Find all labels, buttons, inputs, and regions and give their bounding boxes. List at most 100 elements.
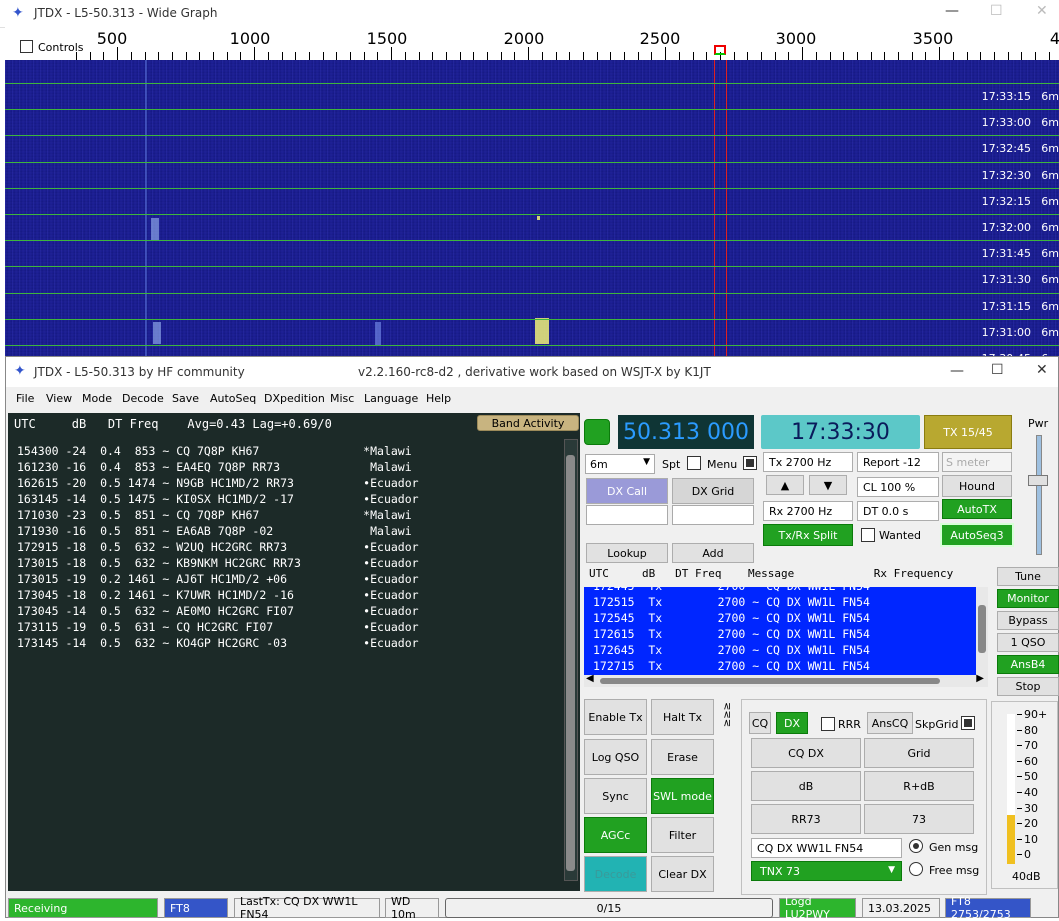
message-input[interactable]: CQ DX WW1L FN54 [751,838,902,858]
band-activity-row[interactable]: 154300 -24 0.4 853 ~ CQ 7Q8P KH67 *Malaw… [17,444,412,458]
scroll-right-icon[interactable]: ▶ [976,673,984,684]
r-db-button[interactable]: R+dB [864,771,974,801]
close-icon[interactable]: ✕ [1036,3,1048,19]
close-icon[interactable]: ✕ [1036,362,1048,378]
spt-checkbox[interactable] [687,456,701,470]
rx-scrollbar-thumb[interactable] [978,605,986,653]
menu-help[interactable]: Help [426,392,451,405]
maximize-icon[interactable]: ☐ [990,3,1003,19]
decode-button[interactable]: Decode [584,856,647,892]
free-message-select[interactable]: TNX 73 ▼ [751,861,902,881]
band-activity-button[interactable]: Band Activity [477,415,579,431]
tx-period-button[interactable]: TX 15/45 [924,415,1012,449]
minimize-icon[interactable]: — [945,3,959,19]
anscq-button[interactable]: AnsCQ [867,712,913,734]
rx-frequency-row[interactable]: 172645 Tx 2700 ~ CQ DX WW1L FN54 [593,643,870,657]
rx-frequency-row[interactable]: 172515 Tx 2700 ~ CQ DX WW1L FN54 [593,595,870,609]
rr73-button[interactable]: RR73 [751,804,861,834]
seventy-three-button[interactable]: 73 [864,804,974,834]
monitor-button[interactable]: Monitor [997,589,1059,608]
rx-frequency-field[interactable]: Rx 2700 Hz [763,501,853,521]
band-activity-row[interactable]: 161230 -16 0.4 853 ~ EA4EQ 7Q8P RR73 Mal… [17,460,412,474]
menu-save[interactable]: Save [172,392,199,405]
clear-dx-button[interactable]: Clear DX [651,856,714,892]
erase-button[interactable]: Erase [651,739,714,775]
rx-hscrollbar-thumb[interactable] [600,678,940,684]
skpgrid-checkbox[interactable] [961,716,975,730]
rx-frequency-pane[interactable]: 172445 Tx 2700 ~ CQ DX WW1L FN54 172515 T… [584,587,976,675]
filter-button[interactable]: Filter [651,817,714,853]
dx-call-input[interactable] [586,505,668,525]
frequency-display[interactable]: 50.313 000 [618,415,754,449]
log-qso-button[interactable]: Log QSO [584,739,647,775]
waterfall-display[interactable]: 17:33:15 6m 17:33:00 6m 17:32:45 6m 17:32:30 6m… [5,60,1059,365]
menu-mode[interactable]: Mode [82,392,112,405]
band-activity-row[interactable]: 162615 -20 0.5 1474 ~ N9GB HC1MD/2 RR73 … [17,476,419,490]
band-select[interactable]: 6m ▼ [585,454,655,474]
stop-button[interactable]: Stop [997,677,1059,696]
band-activity-row[interactable]: 172915 -18 0.5 632 ~ W2UQ HC2GRC RR73 •E… [17,540,419,554]
report-field[interactable]: Report -12 [857,452,939,472]
enable-tx-button[interactable]: Enable Tx [584,699,647,735]
band-activity-row[interactable]: 173015 -18 0.5 632 ~ KB9NKM HC2GRC RR73 … [17,556,419,570]
lookup-button[interactable]: Lookup [586,543,668,563]
db-button[interactable]: dB [751,771,861,801]
frequency-ruler[interactable]: Controls 500 1000 1500 2000 2500 3000 35… [5,27,1059,61]
halt-tx-button[interactable]: Halt Tx [651,699,714,735]
tx-frequency-field[interactable]: Tx 2700 Hz [763,452,853,472]
pwr-slider-track[interactable] [1036,435,1042,555]
pwr-slider-handle[interactable] [1028,475,1048,486]
tab-dx[interactable]: DX [776,712,808,734]
rx-frequency-row[interactable]: 172715 Tx 2700 ~ CQ DX WW1L FN54 [593,659,870,673]
autoseq3-button[interactable]: AutoSeq3 [940,523,1014,547]
rx-frequency-row[interactable]: 172445 Tx 2700 ~ CQ DX WW1L FN54 [593,587,870,593]
band-activity-row[interactable]: 173015 -19 0.2 1461 ~ AJ6T HC1MD/2 +06 •… [17,572,419,586]
scroll-left-icon[interactable]: ◀ [586,673,594,684]
cl-field[interactable]: CL 100 % [857,477,939,497]
dx-call-button[interactable]: DX Call [586,478,668,504]
band-activity-row[interactable]: 171030 -23 0.5 851 ~ CQ 7Q8P KH67 *Malaw… [17,508,412,522]
swl-mode-button[interactable]: SWL mode [651,778,714,814]
controls-checkbox[interactable] [20,40,33,53]
autotx-button[interactable]: AutoTX [942,499,1012,519]
rx-frequency-row[interactable]: 172545 Tx 2700 ~ CQ DX WW1L FN54 [593,611,870,625]
band-activity-row[interactable]: 171930 -16 0.5 851 ~ EA6AB 7Q8P -02 Mala… [17,524,412,538]
menu-language[interactable]: Language [364,392,418,405]
menu-checkbox[interactable] [743,456,757,470]
dx-grid-input[interactable] [672,505,754,525]
dt-field[interactable]: DT 0.0 s [857,501,939,521]
dx-grid-button[interactable]: DX Grid [672,478,754,504]
sync-button[interactable]: Sync [584,778,647,814]
minimize-icon[interactable]: — [950,363,964,379]
txrx-split-button[interactable]: Tx/Rx Split [763,524,853,546]
rx-hscrollbar[interactable]: ◀ ▶ [584,673,988,687]
menu-autoseq[interactable]: AutoSeq [210,392,256,405]
band-activity-row[interactable]: 173145 -14 0.5 632 ~ KO4GP HC2GRC -03 •E… [17,636,419,650]
rx-frequency-row[interactable]: 172615 Tx 2700 ~ CQ DX WW1L FN54 [593,627,870,641]
agcc-button[interactable]: AGCc [584,817,647,853]
band-activity-row[interactable]: 173045 -14 0.5 632 ~ AE0MO HC2GRC FI07 •… [17,604,419,618]
menu-decode[interactable]: Decode [122,392,164,405]
gen-msg-radio[interactable] [909,839,923,853]
free-msg-radio[interactable] [909,862,923,876]
wanted-checkbox[interactable] [861,528,875,542]
grid-button[interactable]: Grid [864,738,974,768]
rrr-checkbox[interactable] [821,717,835,731]
menu-misc[interactable]: Misc [330,392,354,405]
hound-button[interactable]: Hound [942,475,1012,497]
scrollbar-thumb[interactable] [566,455,575,871]
cq-dx-button[interactable]: CQ DX [751,738,861,768]
tune-button[interactable]: Tune [997,567,1059,586]
tx-frequency-marker[interactable] [714,45,726,55]
menu-view[interactable]: View [46,392,72,405]
menu-dxpedition[interactable]: DXpedition [264,392,325,405]
tab-cq[interactable]: CQ [749,712,771,734]
one-qso-button[interactable]: 1 QSO [997,633,1059,652]
add-button[interactable]: Add [672,543,754,563]
band-activity-pane[interactable]: UTC dB DT Freq Avg=0.43 Lag=+0.69/0 Band… [8,413,580,891]
ansb4-button[interactable]: AnsB4 [997,655,1059,674]
maximize-icon[interactable]: ☐ [991,362,1004,378]
band-activity-row[interactable]: 173045 -18 0.2 1461 ~ K7UWR HC1MD/2 -16 … [17,588,419,602]
band-activity-row[interactable]: 163145 -14 0.5 1475 ~ KI0SX HC1MD/2 -17 … [17,492,419,506]
band-activity-row[interactable]: 173115 -19 0.5 631 ~ CQ HC2GRC FI07 •Ecu… [17,620,419,634]
